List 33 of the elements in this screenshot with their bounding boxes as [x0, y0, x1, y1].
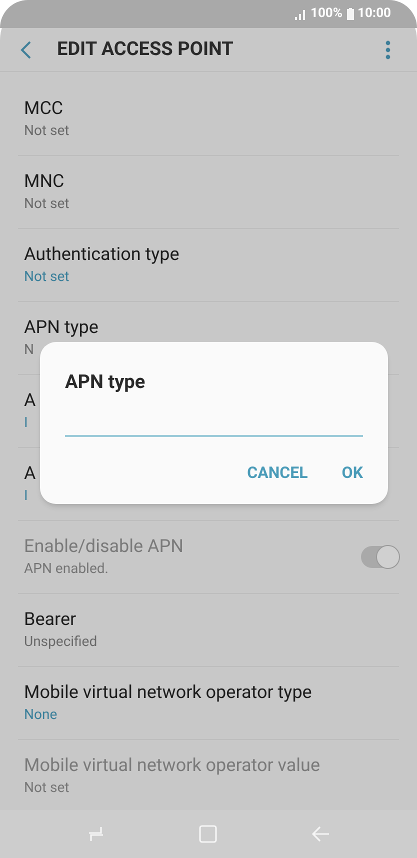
- setting-value: Not set: [24, 779, 70, 798]
- signal-icon: [294, 8, 306, 20]
- setting-value: Unspecified: [24, 633, 98, 652]
- setting-value: I: [24, 414, 28, 433]
- setting-value: N: [24, 341, 34, 360]
- setting-title: MNC: [24, 170, 64, 194]
- more-icon[interactable]: [385, 40, 391, 60]
- clock: 10:00: [358, 5, 391, 24]
- back-icon[interactable]: [20, 40, 32, 58]
- setting-title: A: [24, 462, 36, 486]
- setting-title: Bearer: [24, 608, 76, 632]
- recent-apps-icon[interactable]: [87, 825, 106, 843]
- setting-value: None: [24, 706, 58, 725]
- setting-title: APN type: [24, 316, 98, 340]
- setting-value: Not set: [24, 122, 70, 141]
- setting-title: Mobile virtual network operator value: [24, 754, 320, 778]
- setting-title: MCC: [24, 97, 64, 121]
- home-icon[interactable]: [199, 825, 218, 843]
- battery-icon: [346, 8, 354, 20]
- dialog-button[interactable]: CANCEL: [247, 460, 308, 484]
- page-title: EDIT ACCESS POINT: [57, 36, 234, 62]
- setting-value: APN enabled.: [24, 560, 108, 579]
- dialog-title: APN type: [65, 369, 146, 395]
- setting-title: Authentication type: [24, 243, 180, 267]
- setting-title: Enable/disable APN: [24, 535, 184, 559]
- setting-value: I: [24, 487, 28, 506]
- setting-title: Mobile virtual network operator type: [24, 681, 312, 705]
- dialog-button[interactable]: OK: [342, 460, 363, 484]
- back-arrow-icon[interactable]: [312, 826, 330, 842]
- setting-value: Not set: [24, 195, 70, 214]
- setting-title: A: [24, 389, 36, 413]
- setting-value: Not set: [24, 268, 70, 287]
- battery-percent: 100%: [310, 5, 342, 24]
